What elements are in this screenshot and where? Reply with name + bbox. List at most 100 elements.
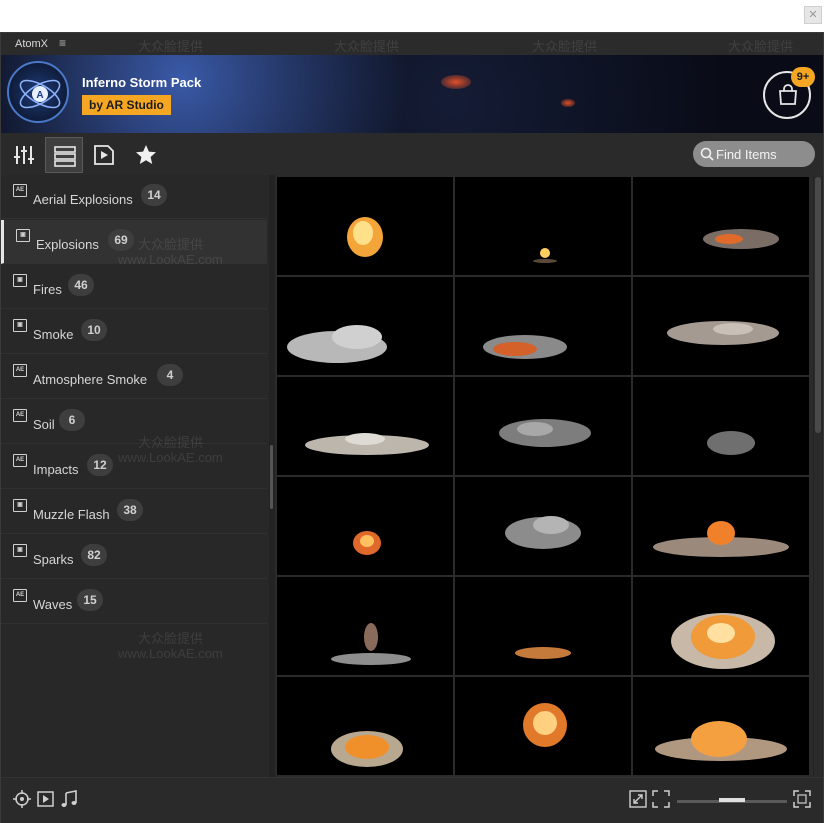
window-close-button[interactable]: ✕: [804, 6, 822, 24]
category-item[interactable]: AE Waves 15: [1, 580, 267, 624]
expand-icon[interactable]: [629, 790, 647, 808]
category-sidebar: AE Aerial Explosions 14 ▣ Explosions 69 …: [1, 175, 269, 777]
asset-thumbnail[interactable]: [277, 477, 453, 575]
category-count: 4: [157, 364, 183, 386]
category-label: Explosions: [36, 237, 99, 252]
banner-glow: [441, 75, 471, 89]
shopping-bag-icon: [779, 84, 797, 105]
category-label: Muzzle Flash: [33, 507, 110, 522]
asset-thumbnail[interactable]: [277, 277, 453, 375]
pack-banner: A Inferno Storm Pack by AR Studio 9+: [1, 55, 823, 133]
asset-thumbnail[interactable]: [633, 677, 809, 775]
svg-text:A: A: [36, 90, 43, 101]
category-label: Aerial Explosions: [33, 192, 133, 207]
asset-thumbnail[interactable]: [277, 377, 453, 475]
cart-button[interactable]: 9+: [763, 67, 815, 119]
asset-thumbnail[interactable]: [633, 177, 809, 275]
panel-splitter[interactable]: [270, 445, 273, 509]
asset-thumbnail[interactable]: [277, 577, 453, 675]
category-count: 14: [141, 184, 167, 206]
star-icon: [136, 145, 156, 164]
asset-thumbnail[interactable]: [633, 477, 809, 575]
image-icon: ▣: [16, 229, 30, 242]
preview-button[interactable]: [85, 137, 123, 173]
category-label: Sparks: [33, 552, 74, 567]
asset-thumbnail[interactable]: [455, 477, 631, 575]
category-label: Impacts: [33, 462, 79, 477]
small-grid-icon[interactable]: [652, 790, 670, 808]
category-item[interactable]: ▣ Smoke 10: [1, 310, 267, 354]
category-label: Atmosphere Smoke: [33, 372, 148, 387]
list-icon: [54, 146, 76, 167]
category-count: 15: [77, 589, 103, 611]
ae-file-icon: AE: [13, 364, 27, 377]
atomx-panel: AtomX ≡ A Inferno Storm Pack by AR Studi…: [0, 32, 824, 823]
thumbnail-size-slider[interactable]: [677, 798, 787, 803]
image-icon: ▣: [13, 499, 27, 512]
image-icon: ▣: [13, 319, 27, 332]
ae-file-icon: AE: [13, 409, 27, 422]
panel-tab-title[interactable]: AtomX: [15, 38, 48, 50]
scrollbar-thumb[interactable]: [815, 177, 821, 433]
play-preview-icon: [94, 145, 114, 165]
category-item[interactable]: AE Aerial Explosions 14: [1, 175, 267, 219]
category-label: Smoke: [33, 327, 74, 342]
search-box[interactable]: [693, 141, 815, 167]
asset-thumbnail[interactable]: [455, 577, 631, 675]
asset-thumbnail[interactable]: [455, 177, 631, 275]
category-count: 46: [68, 274, 94, 296]
app-window: ✕ AtomX ≡ A Inferno Storm Pack by AR Stu…: [0, 0, 824, 823]
category-item[interactable]: ▣ Muzzle Flash 38: [1, 490, 267, 534]
filters-button[interactable]: [5, 137, 43, 173]
category-item[interactable]: AE Impacts 12: [1, 445, 267, 489]
asset-thumbnail[interactable]: [455, 677, 631, 775]
large-grid-icon[interactable]: [793, 790, 811, 808]
asset-thumbnail[interactable]: [455, 377, 631, 475]
asset-thumbnail[interactable]: [633, 277, 809, 375]
search-input[interactable]: [716, 144, 808, 164]
category-count: 69: [108, 229, 134, 251]
asset-thumbnail[interactable]: [277, 677, 453, 775]
play-icon[interactable]: [37, 790, 55, 808]
target-icon[interactable]: [13, 790, 31, 808]
image-icon: ▣: [13, 274, 27, 287]
main-toolbar: [1, 133, 823, 175]
panel-menu-icon[interactable]: ≡: [59, 36, 66, 50]
sliders-icon: [14, 146, 34, 164]
category-count: 82: [81, 544, 107, 566]
grid-scrollbar[interactable]: [814, 175, 822, 777]
category-item[interactable]: AE Atmosphere Smoke 4: [1, 355, 267, 399]
category-item[interactable]: AE Soil 6: [1, 400, 267, 444]
search-icon: [700, 147, 714, 161]
ae-file-icon: AE: [13, 454, 27, 467]
ae-file-icon: AE: [13, 184, 27, 197]
cart-count-badge: 9+: [791, 67, 815, 87]
list-view-button[interactable]: [45, 137, 83, 173]
favorites-button[interactable]: [127, 137, 165, 173]
panel-tab-bar: AtomX ≡: [1, 33, 823, 55]
pack-author-badge[interactable]: by AR Studio: [82, 95, 171, 115]
asset-thumbnail[interactable]: [277, 177, 453, 275]
category-count: 38: [117, 499, 143, 521]
category-label: Waves: [33, 597, 73, 612]
category-count: 12: [87, 454, 113, 476]
asset-thumbnail[interactable]: [455, 277, 631, 375]
asset-grid: [275, 175, 813, 777]
asset-thumbnail[interactable]: [633, 377, 809, 475]
ae-file-icon: AE: [13, 589, 27, 602]
atomx-logo-icon[interactable]: A: [7, 61, 69, 123]
category-count: 6: [59, 409, 85, 431]
bottom-bar: [1, 777, 823, 823]
category-label: Soil: [33, 417, 55, 432]
pack-title: Inferno Storm Pack: [82, 75, 202, 90]
category-item[interactable]: ▣ Explosions 69: [1, 220, 267, 264]
category-item[interactable]: ▣ Fires 46: [1, 265, 267, 309]
music-note-icon[interactable]: [60, 790, 78, 808]
category-label: Fires: [33, 282, 62, 297]
category-item[interactable]: ▣ Sparks 82: [1, 535, 267, 579]
slider-thumb[interactable]: [719, 798, 745, 802]
category-count: 10: [81, 319, 107, 341]
banner-glow: [561, 99, 575, 107]
asset-thumbnail[interactable]: [633, 577, 809, 675]
image-icon: ▣: [13, 544, 27, 557]
